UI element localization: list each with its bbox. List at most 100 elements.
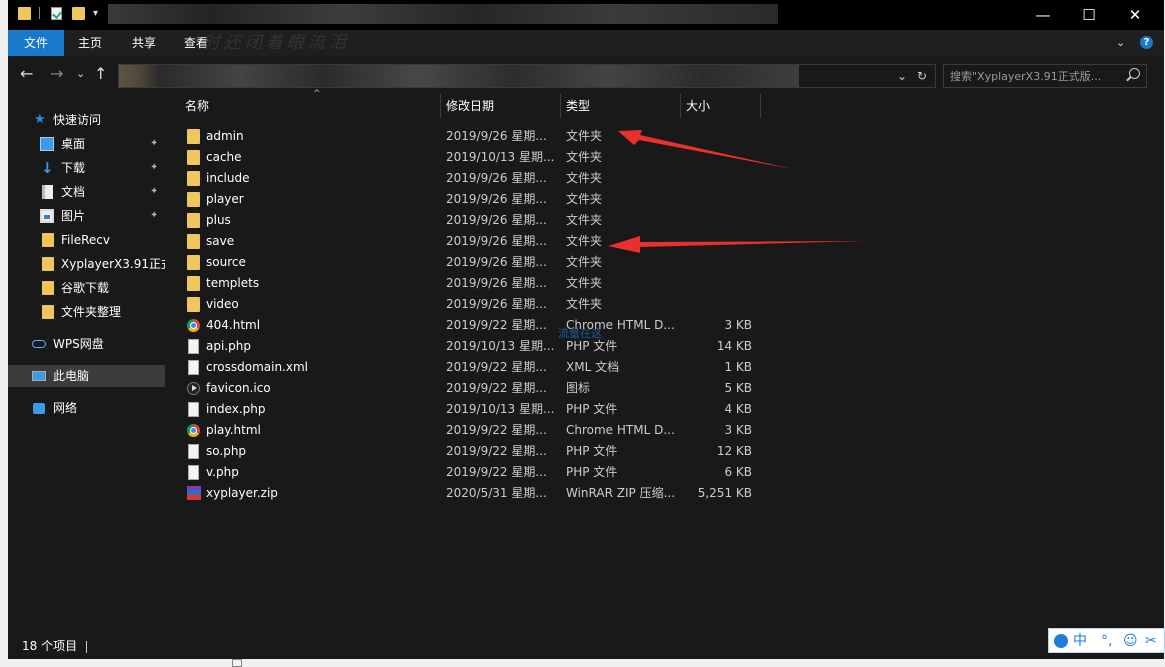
pin-icon[interactable]: ✦ xyxy=(150,185,158,199)
file-type: 文件夹 xyxy=(566,297,603,311)
nav-item-this-pc[interactable]: 此电脑 xyxy=(8,365,165,387)
column-divider[interactable] xyxy=(680,94,681,118)
file-name: cache xyxy=(206,150,242,164)
expand-ribbon-icon[interactable]: ⌄ xyxy=(1116,30,1125,56)
column-divider[interactable] xyxy=(760,94,761,118)
nav-item-documents[interactable]: 文档 ✦ xyxy=(8,181,165,203)
file-row[interactable]: so.php 2019/9/22 星期... PHP 文件 12 KB xyxy=(165,441,765,462)
nav-label: XyplayerX3.91正式 xyxy=(61,257,165,271)
file-row[interactable]: include 2019/9/26 星期... 文件夹 xyxy=(165,168,765,189)
ime-tools-icon[interactable]: ✂ xyxy=(1145,631,1157,651)
properties-icon[interactable] xyxy=(51,7,62,20)
recent-locations-icon[interactable]: ⌄ xyxy=(76,64,85,84)
pin-icon[interactable]: ✦ xyxy=(150,209,158,223)
file-date: 2019/9/26 星期... xyxy=(446,234,547,248)
nav-item-quick-access[interactable]: ★ 快速访问 xyxy=(8,109,165,131)
tab-file[interactable]: 文件 xyxy=(8,30,64,56)
nav-item-filerecv[interactable]: FileRecv xyxy=(8,229,165,251)
folder-icon xyxy=(18,7,31,20)
file-row[interactable]: 404.html 2019/9/22 星期... Chrome HTML D..… xyxy=(165,315,765,336)
file-date: 2019/9/26 星期... xyxy=(446,213,547,227)
file-type: 文件夹 xyxy=(566,150,603,164)
close-button[interactable]: ✕ xyxy=(1112,0,1158,30)
back-arrow-icon[interactable]: ← xyxy=(20,64,33,84)
address-field[interactable]: ⌄ ↻ xyxy=(118,64,936,88)
taskbar-fragment xyxy=(232,659,242,667)
file-row[interactable]: admin 2019/9/26 星期... 文件夹 xyxy=(165,126,765,147)
file-date: 2019/9/26 星期... xyxy=(446,297,547,311)
refresh-icon[interactable]: ↻ xyxy=(917,67,927,85)
column-divider[interactable] xyxy=(440,94,441,118)
file-row[interactable]: cache 2019/10/13 星期... 文件夹 xyxy=(165,147,765,168)
file-row[interactable]: favicon.ico 2019/9/22 星期... 图标 5 KB xyxy=(165,378,765,399)
forward-arrow-icon[interactable]: → xyxy=(50,64,63,84)
nav-item-wps-cloud[interactable]: WPS网盘 xyxy=(8,333,165,355)
search-input[interactable] xyxy=(950,67,1120,85)
up-arrow-icon[interactable]: ↑ xyxy=(94,64,107,84)
ime-punctuation-toggle[interactable]: °, xyxy=(1101,631,1112,651)
file-row[interactable]: index.php 2019/10/13 星期... PHP 文件 4 KB xyxy=(165,399,765,420)
ime-mode-toggle[interactable]: 中 xyxy=(1073,631,1087,651)
search-box[interactable] xyxy=(943,64,1147,88)
navigation-pane: ★ 快速访问 桌面 ✦ ↓ 下载 ✦ 文档 ✦ 图片 ✦ FileRecv Xy… xyxy=(8,94,165,634)
ime-emoji-icon[interactable]: ☺ xyxy=(1123,631,1138,651)
nav-item-pictures[interactable]: 图片 ✦ xyxy=(8,205,165,227)
column-header-date[interactable]: 修改日期 xyxy=(446,94,556,118)
address-bar-row: ← → ⌄ ↑ ⌄ ↻ xyxy=(8,56,1164,94)
file-date: 2019/9/26 星期... xyxy=(446,171,547,185)
document-icon xyxy=(42,185,53,199)
search-icon[interactable] xyxy=(1129,68,1140,79)
column-header-name[interactable]: 名称 xyxy=(185,94,435,118)
nav-label: 快速访问 xyxy=(53,113,102,127)
folder-icon xyxy=(187,129,200,144)
file-row[interactable]: xyplayer.zip 2020/5/31 星期... WinRAR ZIP … xyxy=(165,483,765,504)
file-row[interactable]: templets 2019/9/26 星期... 文件夹 xyxy=(165,273,765,294)
file-list: ^ 名称 修改日期 类型 大小 admin 2019/9/26 星期... 文件… xyxy=(165,89,1164,634)
file-row[interactable]: play.html 2019/9/22 星期... Chrome HTML D.… xyxy=(165,420,765,441)
nav-item-downloads[interactable]: ↓ 下载 ✦ xyxy=(8,157,165,179)
file-date: 2019/9/26 星期... xyxy=(446,129,547,143)
file-row[interactable]: v.php 2019/9/22 星期... PHP 文件 6 KB xyxy=(165,462,765,483)
nav-item-network[interactable]: 网络 xyxy=(8,397,165,419)
file-row[interactable]: source 2019/9/26 星期... 文件夹 xyxy=(165,252,765,273)
tab-home[interactable]: 主页 xyxy=(66,30,114,56)
file-row[interactable]: video 2019/9/26 星期... 文件夹 xyxy=(165,294,765,315)
file-date: 2019/9/22 星期... xyxy=(446,465,547,479)
nav-item-chrome-downloads[interactable]: 谷歌下载 xyxy=(8,277,165,299)
nav-item-desktop[interactable]: 桌面 ✦ xyxy=(8,133,165,155)
network-icon xyxy=(33,403,45,414)
ime-logo-icon[interactable] xyxy=(1054,634,1068,648)
ico-icon xyxy=(187,382,200,395)
file-date: 2019/10/13 星期... xyxy=(446,402,555,416)
tab-share[interactable]: 共享 xyxy=(120,30,168,56)
nav-item-xyplayer[interactable]: XyplayerX3.91正式 xyxy=(8,253,165,275)
pin-icon[interactable]: ✦ xyxy=(150,161,158,175)
help-icon[interactable]: ? xyxy=(1140,36,1153,49)
address-dropdown-icon[interactable]: ⌄ xyxy=(897,67,907,85)
file-date: 2019/9/26 星期... xyxy=(446,276,547,290)
file-row[interactable]: api.php 2019/10/13 星期... PHP 文件 14 KB xyxy=(165,336,765,357)
file-date: 2019/9/26 星期... xyxy=(446,255,547,269)
maximize-button[interactable]: ☐ xyxy=(1066,0,1112,30)
column-divider[interactable] xyxy=(560,94,561,118)
file-size: 3 KB xyxy=(724,423,752,437)
folder-icon xyxy=(187,234,200,249)
new-folder-icon[interactable] xyxy=(72,7,85,20)
minimize-button[interactable]: — xyxy=(1020,0,1066,30)
nav-label: 桌面 xyxy=(61,137,86,151)
file-row[interactable]: save 2019/9/26 星期... 文件夹 xyxy=(165,231,765,252)
file-row[interactable]: crossdomain.xml 2019/9/22 星期... XML 文档 1… xyxy=(165,357,765,378)
nav-label: WPS网盘 xyxy=(53,337,104,351)
pin-icon[interactable]: ✦ xyxy=(150,137,158,151)
file-type: 图标 xyxy=(566,381,591,395)
file-name: so.php xyxy=(206,444,247,458)
file-type: 文件夹 xyxy=(566,234,603,248)
file-row[interactable]: player 2019/9/26 星期... 文件夹 xyxy=(165,189,765,210)
customize-toolbar-icon[interactable]: ▾ xyxy=(93,7,98,22)
file-row[interactable]: plus 2019/9/26 星期... 文件夹 xyxy=(165,210,765,231)
column-header-type[interactable]: 类型 xyxy=(566,94,676,118)
divider xyxy=(86,641,87,653)
nav-item-folder-organize[interactable]: 文件夹整理 xyxy=(8,301,165,323)
column-header-size[interactable]: 大小 xyxy=(686,94,756,118)
nav-label: 文件夹整理 xyxy=(61,305,122,319)
